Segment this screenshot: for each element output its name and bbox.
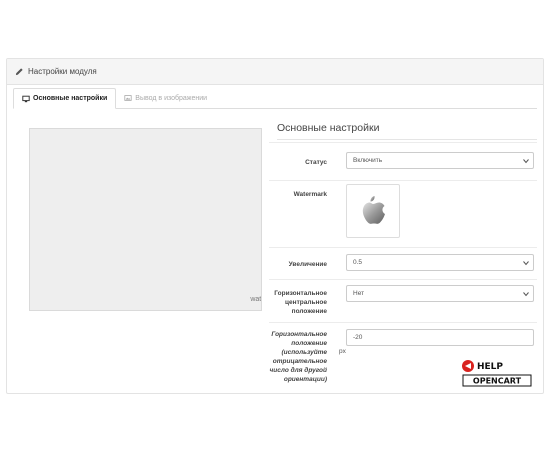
- status-select[interactable]: Включить: [346, 152, 534, 169]
- hpos-unit: px: [339, 348, 346, 355]
- tab-bar: Основные настройки Вывод в изображении: [13, 88, 537, 109]
- panel-title: Настройки модуля: [28, 67, 97, 76]
- status-value: Включить: [353, 157, 383, 164]
- watermark-image-thumb[interactable]: [346, 184, 400, 238]
- section-divider: [277, 139, 537, 140]
- hpos-value: -20: [353, 334, 363, 341]
- chevron-down-icon: [523, 261, 529, 266]
- hpos-row: Горизонтальное положение (используйте от…: [269, 322, 537, 393]
- svg-text:OPENCART: OPENCART: [473, 377, 522, 386]
- monitor-icon: [22, 95, 30, 102]
- zoom-row: Увеличение 0.5: [269, 247, 537, 279]
- pencil-icon: [15, 68, 23, 76]
- watermark-row: Watermark: [269, 180, 537, 247]
- status-label: Статус: [305, 159, 327, 166]
- hcenter-select[interactable]: Нет: [346, 285, 534, 302]
- status-row: Статус Включить: [269, 142, 537, 180]
- hpos-input[interactable]: -20: [346, 329, 534, 346]
- hcenter-value: Нет: [353, 290, 365, 297]
- zoom-select[interactable]: 0.5: [346, 254, 534, 271]
- hpos-label: Горизонтальное положение (используйте от…: [269, 331, 328, 383]
- hcenter-row: Горизонтальное центральное положение Нет: [269, 279, 537, 322]
- hcenter-label: Горизонтальное центральное положение: [274, 290, 327, 315]
- watermark-label: Watermark: [293, 191, 327, 198]
- zoom-label: Увеличение: [288, 261, 327, 268]
- chevron-down-icon: [523, 159, 529, 164]
- panel-heading: Настройки модуля: [7, 59, 543, 85]
- module-settings-panel: Настройки модуля Основные настройки Выво…: [6, 58, 544, 394]
- chevron-down-icon: [523, 292, 529, 297]
- image-icon: [124, 95, 132, 101]
- settings-section-title: Основные настройки: [277, 122, 380, 134]
- zoom-value: 0.5: [353, 259, 363, 266]
- tab-main-settings[interactable]: Основные настройки: [13, 88, 117, 109]
- tab-main-settings-label: Основные настройки: [33, 95, 108, 102]
- apple-logo-icon: [362, 196, 385, 224]
- watermark-preview: watermark: [29, 128, 262, 311]
- help-opencart-logo: HELP OPENCART: [462, 360, 532, 387]
- tab-image-output[interactable]: Вывод в изображении: [116, 88, 215, 108]
- svg-text:HELP: HELP: [477, 362, 503, 372]
- tab-image-output-label: Вывод в изображении: [135, 94, 208, 102]
